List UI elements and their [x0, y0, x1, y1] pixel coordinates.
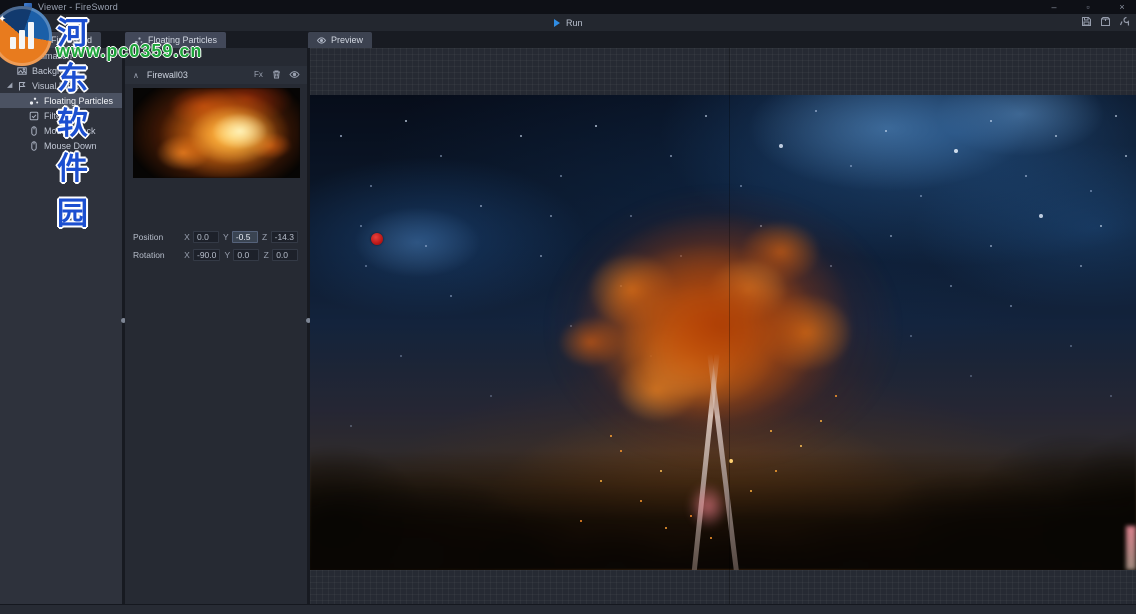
- tree-item-background[interactable]: Background: [0, 63, 122, 78]
- visibility-eye-icon[interactable]: [289, 69, 300, 80]
- rotation-x-field[interactable]: -90.0: [193, 249, 220, 261]
- tree-item-mouse-down[interactable]: Mouse Down: [0, 138, 122, 153]
- layer-name: Firewall03: [147, 70, 188, 80]
- edge-flame: [1126, 526, 1136, 570]
- window-title: Viewer - FireSword: [38, 2, 118, 12]
- window-controls: – ▫ ×: [1048, 0, 1132, 14]
- particles-icon: [134, 36, 143, 45]
- run-button-label: Run: [566, 18, 583, 28]
- expander-icon[interactable]: ◢: [7, 82, 12, 89]
- layer-actions: Fx: [253, 69, 300, 80]
- tree-item-label: Visual Effects: [32, 81, 86, 91]
- film-icon: [17, 51, 27, 61]
- mouse-icon: [29, 126, 39, 136]
- tree-item-label: Mouse Down: [44, 141, 97, 151]
- tree-item-floating-particles[interactable]: Floating Particles: [0, 93, 122, 108]
- save-icon[interactable]: [1081, 16, 1092, 27]
- position-label: Position: [133, 232, 183, 242]
- toolbar-right-icons: [1081, 16, 1130, 27]
- thumbnail-fire-image: [133, 88, 300, 178]
- tripod-pink-glow: [688, 483, 728, 529]
- preview-viewport[interactable]: [310, 48, 1136, 604]
- rotation-z-field[interactable]: 0.0: [272, 249, 298, 261]
- ember-sparks: [310, 95, 312, 97]
- axis-z-label: Z: [262, 250, 270, 260]
- tree-item-mouse-track[interactable]: Mouse Track: [0, 123, 122, 138]
- position-y-field[interactable]: -0.5: [232, 231, 258, 243]
- rotation-y-field[interactable]: 0.0: [233, 249, 259, 261]
- app-window: Viewer - FireSword – ▫ × Run: [0, 0, 1136, 614]
- scene-tree-panel: Animation Background ◢ Visual Effects: [0, 48, 122, 604]
- tree-item-label: Animation: [32, 51, 72, 61]
- tree-item-animation[interactable]: Animation: [0, 48, 122, 63]
- scene-render-fire-bonfire: [310, 95, 1136, 570]
- eye-icon: [317, 36, 326, 45]
- app-icon: [24, 3, 32, 11]
- tree-item-label: Background: [32, 66, 80, 76]
- minimize-button[interactable]: –: [1048, 0, 1060, 14]
- tab-project-label: FireSword: [51, 35, 92, 45]
- tab-floating-particles[interactable]: Floating Particles: [125, 32, 226, 48]
- position-z-field[interactable]: -14.3: [271, 231, 298, 243]
- filter-icon: [29, 111, 39, 121]
- run-button[interactable]: Run: [546, 15, 591, 30]
- axis-y-label: Y: [223, 250, 231, 260]
- axis-z-label: Z: [261, 232, 269, 242]
- titlebar: Viewer - FireSword – ▫ ×: [0, 0, 1136, 14]
- tool-icon[interactable]: [1119, 16, 1130, 27]
- tab-strip: FireSword Floating Particles Preview: [0, 31, 1136, 48]
- tab-project[interactable]: FireSword: [28, 32, 101, 48]
- layer-inspector-panel: ∧ Firewall03 Fx Position X 0.0: [125, 48, 307, 604]
- tree-item-filter[interactable]: Filter: [0, 108, 122, 123]
- fx-icon[interactable]: Fx: [253, 69, 264, 80]
- position-row: Position X 0.0 Y -0.5 Z -14.3: [133, 230, 301, 244]
- tree-item-label: Floating Particles: [44, 96, 113, 106]
- main-area: Animation Background ◢ Visual Effects: [0, 48, 1136, 604]
- package-icon[interactable]: [1100, 16, 1111, 27]
- particles-icon: [29, 96, 39, 106]
- scene-tree: Animation Background ◢ Visual Effects: [0, 48, 122, 153]
- toolbar: Run: [0, 14, 1136, 32]
- tab-preview-label: Preview: [331, 35, 363, 45]
- mouse-icon: [29, 141, 39, 151]
- rotation-row: Rotation X -90.0 Y 0.0 Z 0.0: [133, 248, 301, 262]
- status-bar: [0, 604, 1136, 614]
- tab-editor-label: Floating Particles: [148, 35, 217, 45]
- layer-header[interactable]: ∧ Firewall03 Fx: [125, 66, 307, 84]
- tab-preview[interactable]: Preview: [308, 32, 372, 48]
- tree-item-visual-effects[interactable]: ◢ Visual Effects: [0, 78, 122, 93]
- close-button[interactable]: ×: [1116, 0, 1128, 14]
- axis-x-label: X: [183, 232, 191, 242]
- tree-item-label: Filter: [44, 111, 64, 121]
- collapse-icon[interactable]: ∧: [133, 71, 139, 80]
- rotation-label: Rotation: [133, 250, 183, 260]
- image-icon: [17, 66, 27, 76]
- layer-thumbnail[interactable]: [133, 88, 300, 178]
- axis-y-label: Y: [222, 232, 230, 242]
- viewport-guide-line: [729, 48, 730, 604]
- trash-icon[interactable]: [271, 69, 282, 80]
- axis-x-label: X: [183, 250, 191, 260]
- maximize-button[interactable]: ▫: [1082, 0, 1094, 14]
- tree-item-label: Mouse Track: [44, 126, 96, 136]
- play-icon: [554, 19, 560, 27]
- highlighted-cursor: [371, 233, 383, 245]
- flag-icon: [17, 81, 27, 91]
- file-icon: [37, 36, 46, 45]
- position-x-field[interactable]: 0.0: [193, 231, 219, 243]
